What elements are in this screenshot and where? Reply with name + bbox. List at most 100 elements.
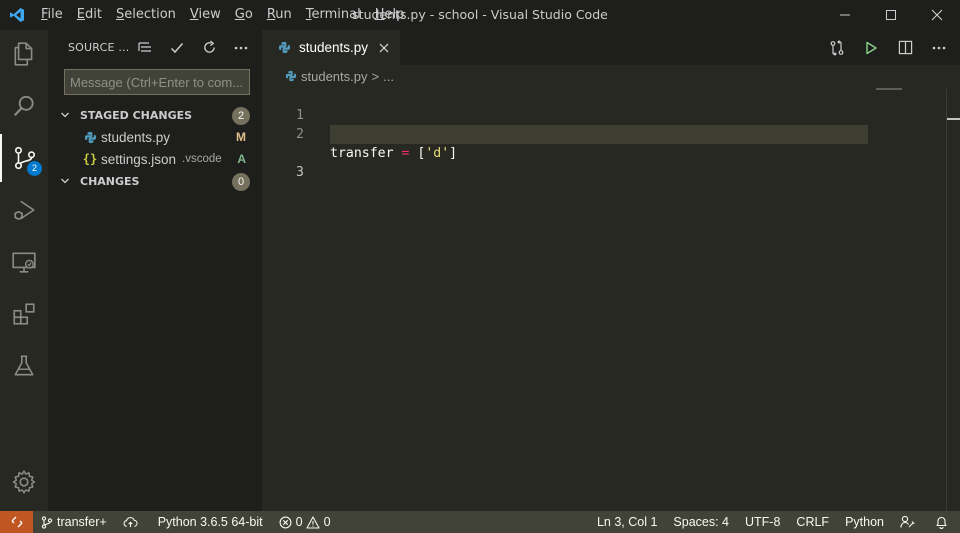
- menu-edit[interactable]: Edit: [70, 0, 109, 30]
- minimap-line: [876, 88, 902, 90]
- split-editor-button[interactable]: [892, 35, 918, 61]
- publish-button[interactable]: [115, 511, 150, 533]
- activity-remote-explorer[interactable]: [0, 238, 48, 286]
- staged-file-students-py[interactable]: students.py M: [48, 126, 262, 148]
- activity-manage[interactable]: [0, 458, 48, 506]
- activity-extensions[interactable]: [0, 290, 48, 338]
- menu-run[interactable]: Run: [260, 0, 299, 30]
- scm-count-badge: 2: [27, 161, 42, 176]
- commit-message-input[interactable]: [64, 69, 250, 95]
- editor-area: students.py students.py > ... 1 2 transf…: [262, 30, 960, 511]
- breadcrumb: students.py > ...: [262, 65, 960, 87]
- code-editor[interactable]: 1 students = ['a', 'b', 'c'] 2 transfer …: [262, 87, 960, 180]
- warning-count: 0: [323, 515, 331, 529]
- close-icon: [379, 43, 389, 52]
- warning-icon: [306, 515, 320, 529]
- indentation: Spaces: 4: [673, 515, 729, 529]
- breadcrumb-separator: >: [371, 68, 380, 84]
- close-window-button[interactable]: [914, 0, 960, 30]
- feedback-icon: [900, 515, 915, 528]
- python-interpreter-button[interactable]: Python 3.6.5 64-bit: [150, 511, 271, 533]
- editor-actions: [824, 30, 952, 65]
- python-icon: [276, 40, 292, 56]
- sidebar-header: SOURCE ...: [48, 30, 262, 65]
- feedback-button[interactable]: [892, 511, 927, 533]
- activity-search[interactable]: [0, 82, 48, 130]
- tab-close-button[interactable]: [376, 40, 392, 56]
- menu-go[interactable]: Go: [228, 0, 260, 30]
- changes-group[interactable]: CHANGES 0: [48, 170, 262, 192]
- breadcrumb-file[interactable]: students.py: [301, 69, 368, 84]
- branch-name: transfer+: [57, 515, 107, 529]
- search-icon: [14, 95, 34, 116]
- added-status-badge: A: [237, 152, 246, 166]
- status-bar: transfer+ Python 3.6.5 64-bit 0 0 Ln 3, …: [0, 511, 960, 533]
- view-as-tree-button[interactable]: [132, 37, 158, 59]
- encoding-button[interactable]: UTF-8: [737, 511, 788, 533]
- maximize-icon: [886, 10, 896, 20]
- refresh-button[interactable]: [196, 37, 222, 59]
- staged-file-settings-json[interactable]: {} settings.json .vscode A: [48, 148, 262, 170]
- activity-bar: 2: [0, 30, 48, 511]
- activity-explorer[interactable]: [0, 30, 48, 78]
- line-number: 3: [296, 165, 304, 180]
- branch-status[interactable]: transfer+: [33, 511, 115, 533]
- file-name: students.py: [101, 129, 171, 145]
- gear-icon: [12, 470, 36, 494]
- menu-selection[interactable]: Selection: [109, 0, 183, 30]
- chevron-down-icon: [60, 176, 80, 186]
- open-changes-button[interactable]: [824, 35, 850, 61]
- file-name: settings.json: [101, 151, 177, 167]
- ellipsis-icon: [234, 46, 248, 49]
- check-icon: [170, 42, 184, 53]
- eol-button[interactable]: CRLF: [788, 511, 837, 533]
- run-file-button[interactable]: [858, 35, 884, 61]
- maximize-button[interactable]: [868, 0, 914, 30]
- breadcrumb-symbols[interactable]: ...: [383, 69, 394, 84]
- remote-indicator-button[interactable]: [0, 511, 33, 533]
- activity-source-control[interactable]: 2: [0, 134, 48, 182]
- code-line-current: 3: [262, 125, 960, 180]
- language-mode-button[interactable]: Python: [837, 511, 892, 533]
- menu-terminal[interactable]: Terminal: [299, 0, 368, 30]
- more-actions-button[interactable]: [228, 37, 254, 59]
- status-bar-right: Ln 3, Col 1 Spaces: 4 UTF-8 CRLF Python: [589, 511, 960, 533]
- ellipsis-icon: [932, 46, 946, 49]
- menu-view[interactable]: View: [183, 0, 228, 30]
- play-icon: [866, 41, 877, 54]
- encoding: UTF-8: [745, 515, 781, 529]
- python-icon: [82, 129, 98, 145]
- commit-button[interactable]: [164, 37, 190, 59]
- python-icon: [284, 68, 298, 84]
- sidebar-actions: [132, 30, 254, 65]
- staged-changes-label: STAGED CHANGES: [80, 108, 193, 122]
- git-compare-icon: [830, 39, 844, 56]
- chevron-down-icon: [60, 110, 80, 120]
- sidebar-title: SOURCE ...: [68, 41, 130, 54]
- tab-bar: students.py: [262, 30, 960, 65]
- title-bar: File Edit Selection View Go Run Terminal…: [0, 0, 960, 30]
- files-icon: [14, 42, 33, 66]
- minimap-divider: [946, 89, 947, 511]
- tab-students-py[interactable]: students.py: [262, 30, 401, 65]
- cloud-upload-icon: [123, 517, 138, 528]
- menu-bar: File Edit Selection View Go Run Terminal…: [34, 0, 411, 30]
- code-line-text: transfer = ['d']: [330, 146, 458, 161]
- remote-explorer-icon: [12, 252, 36, 273]
- activity-testing[interactable]: [0, 342, 48, 390]
- activity-run-debug[interactable]: [0, 186, 48, 234]
- cursor-position-button[interactable]: Ln 3, Col 1: [589, 511, 665, 533]
- menu-file[interactable]: File: [34, 0, 70, 30]
- close-icon: [931, 9, 943, 21]
- code-line: 2 transfer = ['d']: [262, 106, 960, 161]
- menu-help[interactable]: Help: [368, 0, 412, 30]
- notifications-button[interactable]: [927, 511, 960, 533]
- minimize-button[interactable]: [822, 0, 868, 30]
- editor-more-actions-button[interactable]: [926, 35, 952, 61]
- problems-button[interactable]: 0 0: [271, 511, 339, 533]
- bell-icon: [936, 516, 947, 529]
- indentation-button[interactable]: Spaces: 4: [665, 511, 737, 533]
- error-count: 0: [295, 515, 303, 529]
- staged-changes-group[interactable]: STAGED CHANGES 2: [48, 104, 262, 126]
- file-folder: .vscode: [182, 153, 222, 165]
